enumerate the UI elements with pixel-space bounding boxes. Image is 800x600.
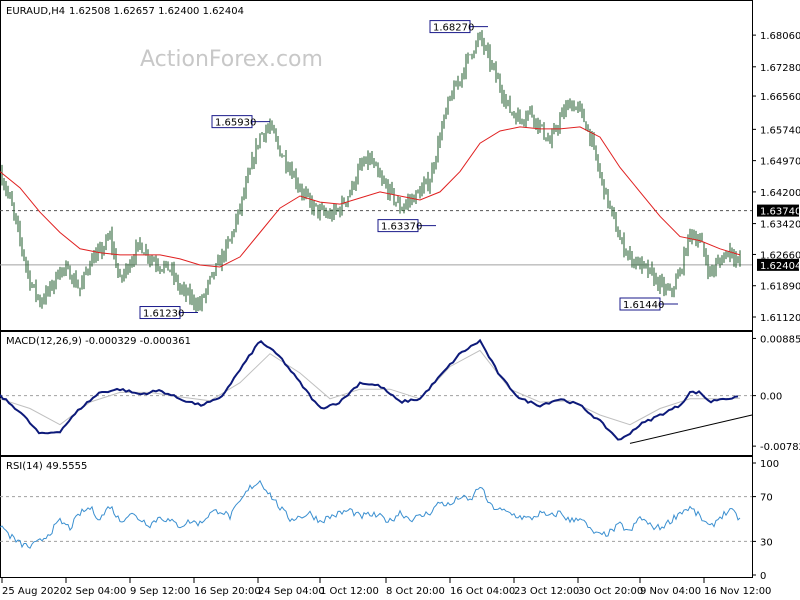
time-tick-label: 24 Sep 04:00 — [258, 586, 325, 597]
price-tick-label: 1.64200 — [760, 188, 800, 199]
time-tick-label: 25 Aug 2020 — [2, 586, 66, 597]
price-tick-label: 1.65740 — [760, 125, 800, 136]
macd-title: MACD(12,26,9) -0.000329 -0.000361 — [6, 336, 191, 347]
time-tick-label: 9 Nov 04:00 — [640, 586, 701, 597]
level-line-badge: 1.63740 — [760, 207, 800, 218]
time-tick-label: 16 Oct 04:00 — [450, 586, 515, 597]
rsi-tick-label: 100 — [760, 459, 779, 470]
macd-tick-label: 0.00 — [760, 392, 782, 403]
rsi-title: RSI(14) 49.5555 — [6, 461, 87, 472]
rsi-tick-label: 70 — [760, 493, 773, 504]
price-callout-label: 1.61230 — [143, 309, 184, 320]
price-tick-label: 1.64970 — [760, 157, 800, 168]
time-tick-label: 8 Oct 20:00 — [386, 586, 445, 597]
time-tick-label: 1 Oct 12:00 — [320, 586, 379, 597]
rsi-tick-label: 0 — [760, 571, 766, 582]
price-tick-label: 1.63420 — [760, 220, 800, 231]
time-tick-label: 23 Oct 12:00 — [514, 586, 579, 597]
chart-title: EURAUD,H4 — [6, 6, 65, 17]
time-tick-label: 30 Oct 20:00 — [578, 586, 643, 597]
time-tick-label: 2 Sep 04:00 — [66, 586, 126, 597]
time-tick-label: 16 Sep 20:00 — [194, 586, 261, 597]
price-callout-label: 1.61440 — [623, 300, 664, 311]
price-callout-label: 1.63370 — [381, 222, 422, 233]
price-tick-label: 1.61120 — [760, 313, 800, 324]
price-callout-label: 1.68270 — [433, 23, 474, 34]
macd-tick-label: -0.007826 — [760, 442, 800, 453]
time-tick-label: 9 Sep 12:00 — [130, 586, 190, 597]
price-callout-label: 1.65930 — [215, 118, 256, 129]
watermark: ActionForex.com — [140, 47, 323, 72]
current-price-badge: 1.62404 — [760, 261, 800, 272]
price-tick-label: 1.61890 — [760, 282, 800, 293]
macd-tick-label: 0.008859 — [760, 334, 800, 345]
forex-chart: ActionForex.com EURAUD,H4 1.62508 1.6265… — [0, 0, 800, 600]
rsi-tick-label: 30 — [760, 537, 773, 548]
price-tick-label: 1.66560 — [760, 92, 800, 103]
price-tick-label: 1.68060 — [760, 31, 800, 42]
price-tick-label: 1.67280 — [760, 63, 800, 74]
time-tick-label: 16 Nov 12:00 — [704, 586, 771, 597]
ohlc-readout: 1.62508 1.62657 1.62400 1.62404 — [69, 6, 244, 17]
